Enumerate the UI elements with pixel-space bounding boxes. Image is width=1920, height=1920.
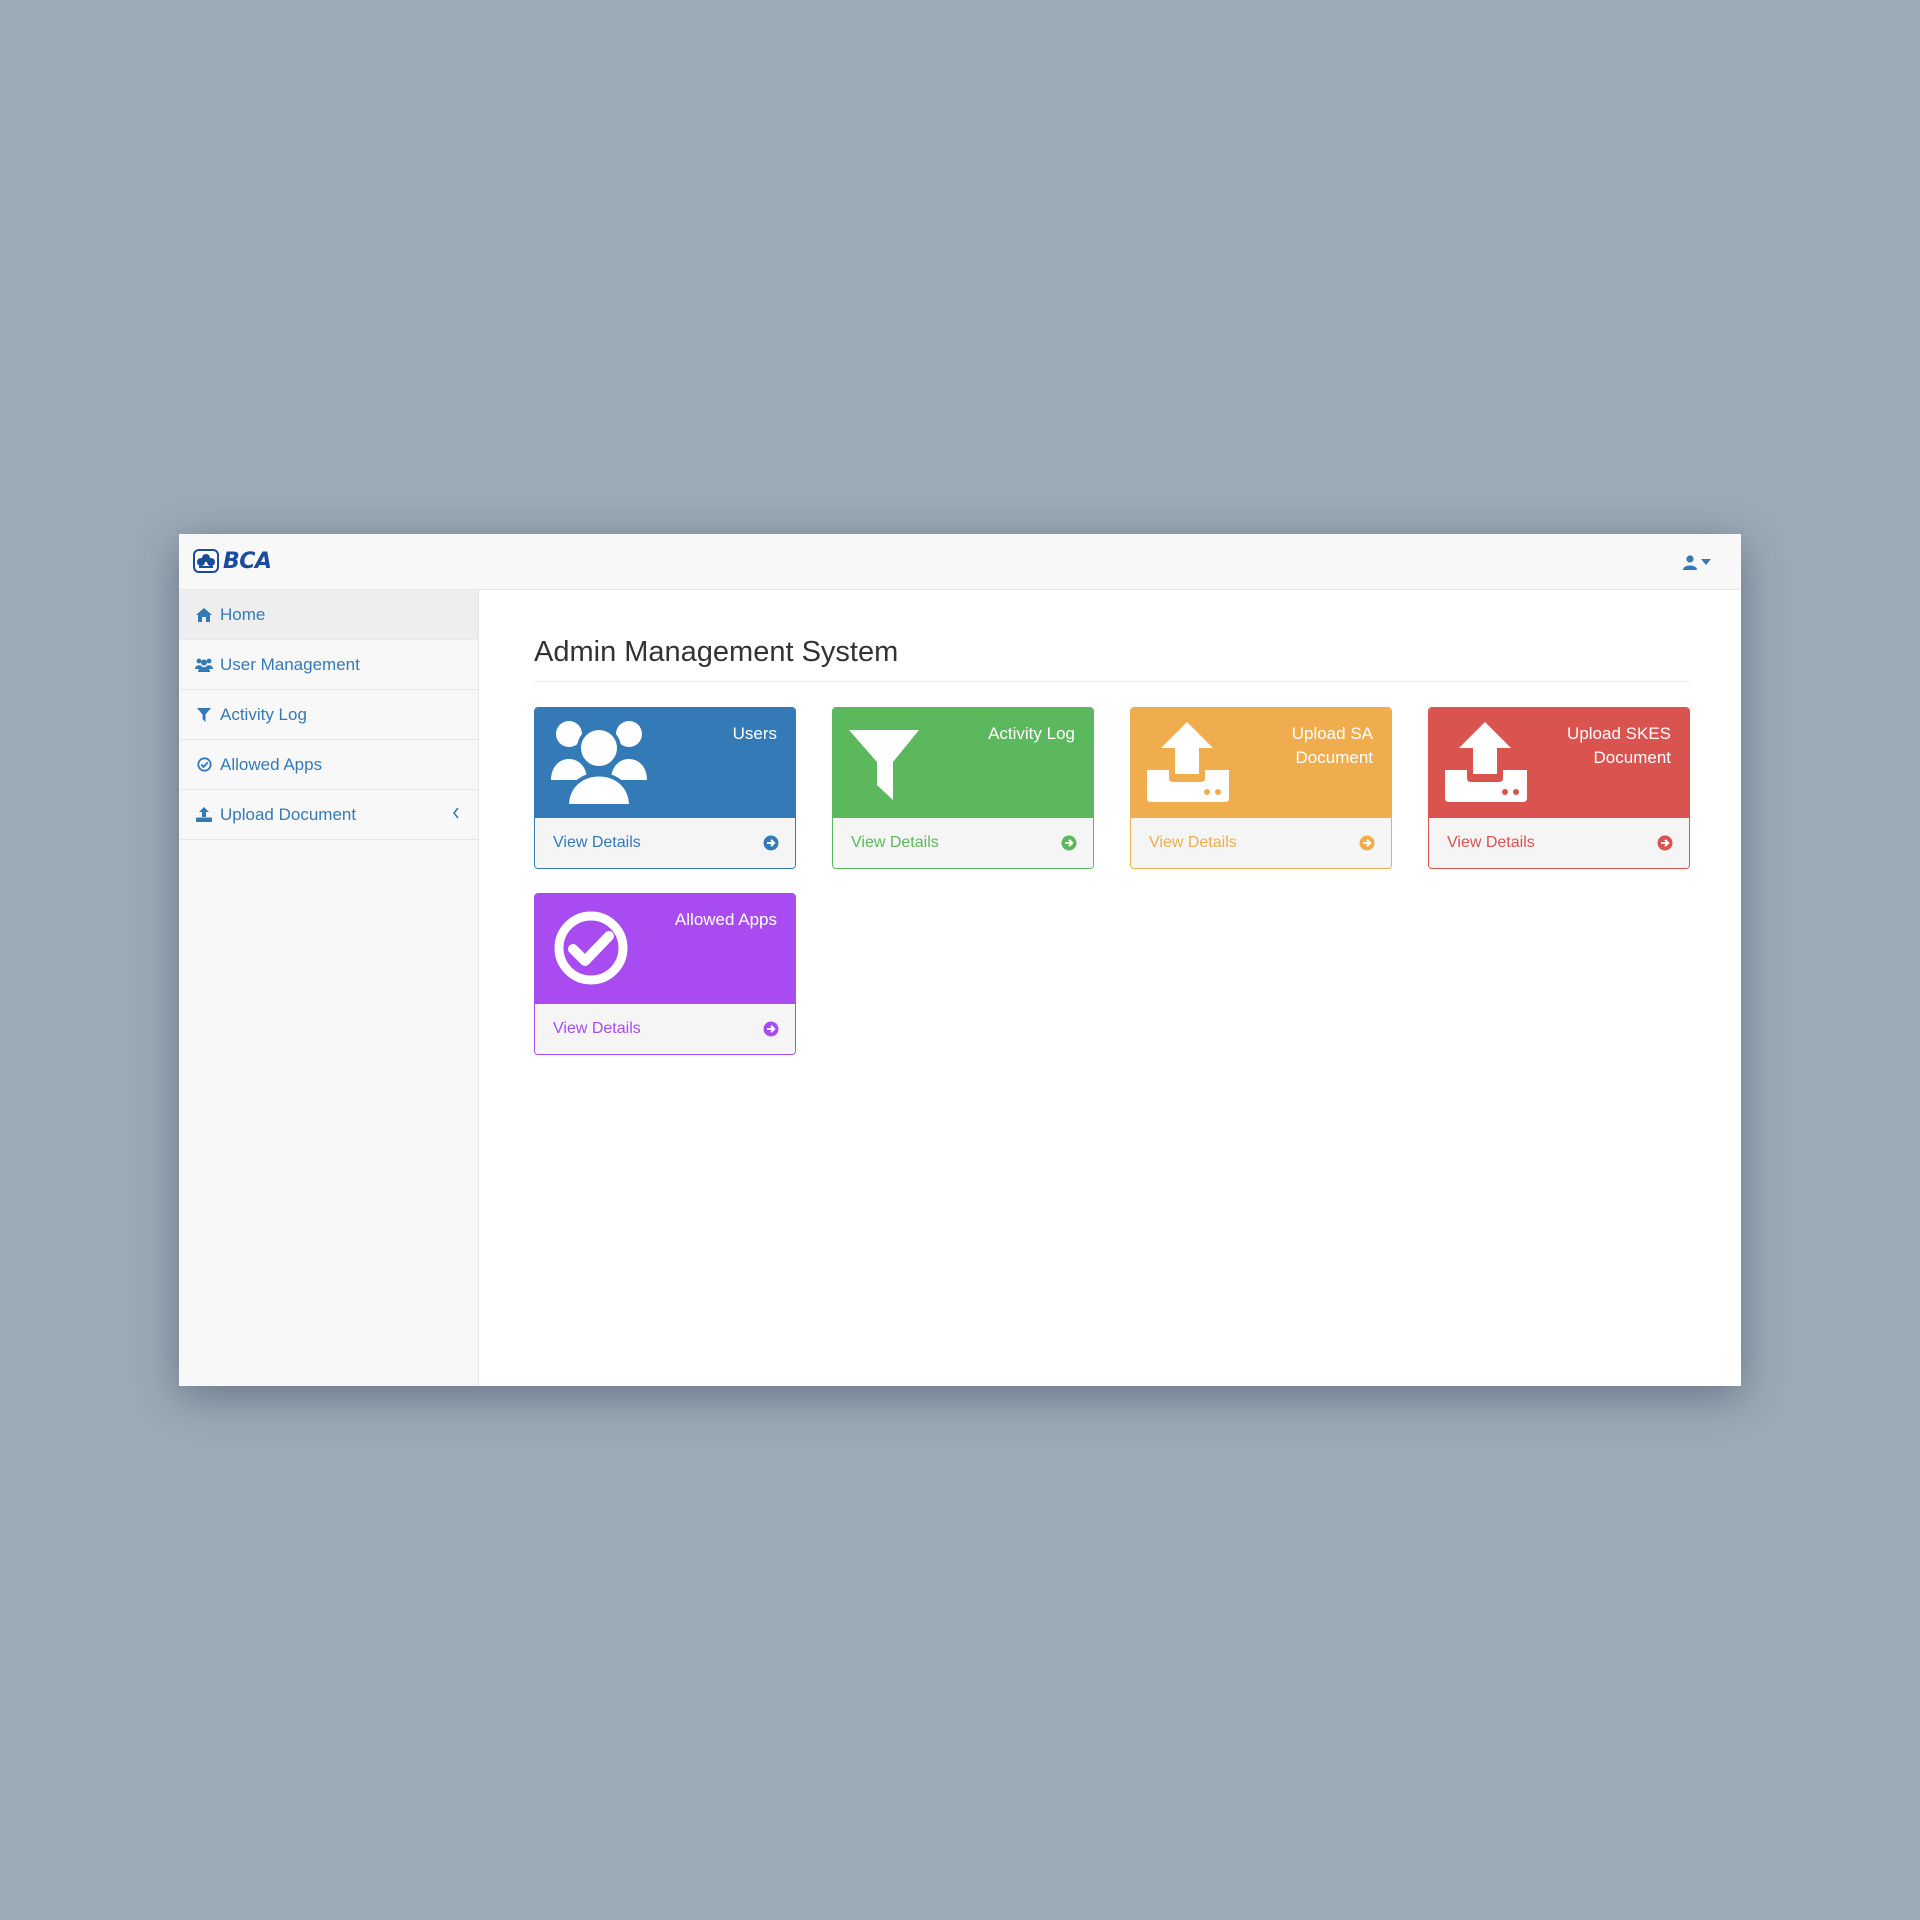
sidebar-item-activity-log[interactable]: Activity Log — [179, 690, 478, 740]
allowed-apps-card: Allowed Apps View Details — [534, 893, 796, 1055]
sidebar-item-label: Home — [220, 604, 266, 624]
view-details-allowed-apps-link[interactable]: View Details — [535, 1004, 795, 1054]
caret-down-icon — [1701, 559, 1711, 565]
card-header: Activity Log — [833, 708, 1093, 818]
sidebar-item-label: User Management — [220, 654, 360, 674]
title-divider — [534, 681, 1690, 682]
card-header: Upload SKES Document — [1429, 708, 1689, 818]
sidebar-item-label: Allowed Apps — [220, 754, 323, 774]
activity-log-card: Activity Log View Details — [832, 707, 1094, 869]
view-details-activity-log-link[interactable]: View Details — [833, 818, 1093, 868]
card-label: Activity Log — [988, 724, 1075, 743]
view-details-label: View Details — [851, 834, 939, 851]
user-dropdown-toggle[interactable] — [1683, 550, 1711, 574]
arrow-circle-right-icon — [1359, 835, 1375, 851]
check-circle-icon — [554, 911, 628, 985]
upload-icon — [1147, 722, 1229, 802]
view-details-label: View Details — [1149, 834, 1237, 851]
users-icon — [551, 721, 647, 808]
view-details-users-link[interactable]: View Details — [535, 818, 795, 868]
home-icon — [195, 606, 213, 624]
view-details-label: View Details — [553, 834, 641, 851]
arrow-circle-right-icon — [763, 1021, 779, 1037]
page-title: Admin Management System — [534, 636, 899, 668]
filter-icon — [195, 706, 213, 724]
check-circle-icon — [195, 756, 213, 774]
top-navbar: BCA — [179, 534, 1741, 590]
view-details-upload-skes-link[interactable]: View Details — [1429, 818, 1689, 868]
arrow-circle-right-icon — [1061, 835, 1077, 851]
card-label: Upload SKES Document — [1567, 724, 1671, 767]
sidebar-item-label: Upload Document — [220, 804, 357, 824]
chevron-left-icon[interactable] — [452, 804, 460, 824]
sidebar: Home User Management Activity Log Allowe… — [179, 590, 479, 1386]
sidebar-item-home[interactable]: Home — [179, 590, 478, 640]
upload-icon — [1445, 722, 1527, 802]
card-header: Allowed Apps — [535, 894, 795, 1004]
main-content: Admin Management System Users View Detai… — [479, 590, 1741, 1386]
sidebar-item-upload-document[interactable]: Upload Document — [179, 790, 478, 840]
upload-sa-document-card: Upload SA Document View Details — [1130, 707, 1392, 869]
card-label: Users — [732, 724, 777, 743]
user-icon — [1683, 554, 1697, 570]
users-icon — [195, 656, 213, 674]
card-header: Users — [535, 708, 795, 818]
brand-name: BCA — [223, 548, 272, 574]
upload-icon — [195, 806, 213, 824]
card-header: Upload SA Document — [1131, 708, 1391, 818]
sidebar-item-allowed-apps[interactable]: Allowed Apps — [179, 740, 478, 790]
card-label: Upload SA Document — [1291, 724, 1373, 767]
upload-skes-document-card: Upload SKES Document View Details — [1428, 707, 1690, 869]
view-details-upload-sa-link[interactable]: View Details — [1131, 818, 1391, 868]
view-details-label: View Details — [1447, 834, 1535, 851]
card-label: Allowed Apps — [674, 910, 777, 929]
arrow-circle-right-icon — [1657, 835, 1673, 851]
app-window: BCA Home User Management Activity Log Al… — [179, 534, 1741, 1386]
arrow-circle-right-icon — [763, 835, 779, 851]
sidebar-item-user-management[interactable]: User Management — [179, 640, 478, 690]
users-card: Users View Details — [534, 707, 796, 869]
sidebar-item-label: Activity Log — [220, 704, 307, 724]
view-details-label: View Details — [553, 1020, 641, 1037]
filter-icon — [849, 730, 919, 800]
bca-logo-icon — [193, 549, 219, 573]
brand-logo[interactable]: BCA — [193, 546, 272, 576]
